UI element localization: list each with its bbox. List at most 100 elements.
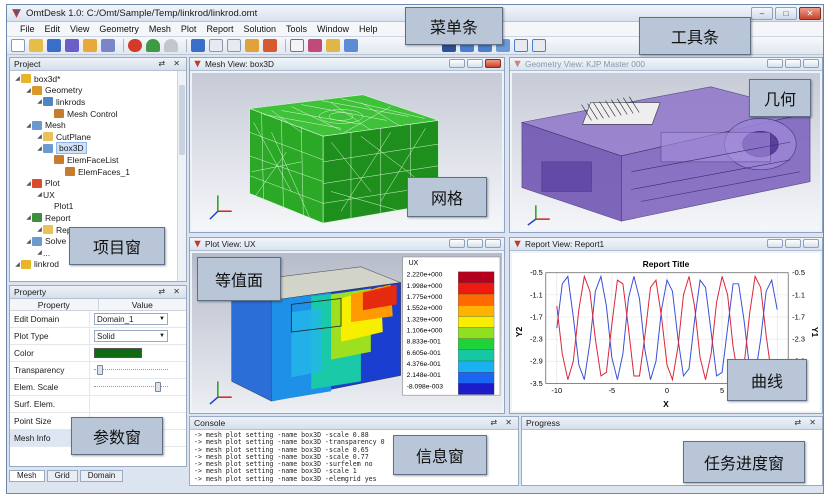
folder-icon: [43, 132, 53, 142]
menu-mesh[interactable]: Mesh: [144, 24, 176, 34]
slider-handle[interactable]: [97, 365, 104, 375]
menu-edit[interactable]: Edit: [40, 24, 66, 34]
menu-plot[interactable]: Plot: [176, 24, 202, 34]
color-swatch[interactable]: [94, 348, 142, 358]
panel-controls[interactable]: ⇄ ✕: [158, 287, 183, 296]
menu-tools[interactable]: Tools: [281, 24, 312, 34]
import-icon[interactable]: [65, 39, 79, 52]
callout-project: 项目窗: [69, 227, 165, 265]
box-icon[interactable]: [245, 39, 259, 52]
transparency-slider[interactable]: [94, 365, 168, 375]
restore-button[interactable]: [467, 239, 483, 248]
tile-icon[interactable]: [227, 39, 241, 52]
stop-icon[interactable]: [128, 39, 142, 52]
undo-icon[interactable]: [146, 39, 160, 52]
expand-toggle-icon[interactable]: ◢: [25, 180, 32, 187]
chart-ylabel: Y2: [514, 327, 524, 338]
menu-report[interactable]: Report: [201, 24, 238, 34]
report-icon: [32, 213, 42, 223]
restore-button[interactable]: [785, 239, 801, 248]
open-folder-icon[interactable]: [29, 39, 43, 52]
view-iso-icon[interactable]: [514, 39, 528, 52]
restore-button[interactable]: [467, 59, 483, 68]
expand-toggle-icon[interactable]: ◢: [14, 261, 21, 268]
tree-node[interactable]: ◢ Geometry: [10, 85, 186, 97]
solve-icon: [32, 236, 42, 246]
project-scrollbar[interactable]: [177, 71, 186, 281]
legend-color-swatch: [458, 316, 495, 328]
elem-scale-slider[interactable]: [94, 382, 168, 392]
panel-controls[interactable]: ⇄ ✕: [158, 59, 183, 68]
maximize-button[interactable]: □: [775, 7, 797, 20]
tree-node[interactable]: Mesh Control: [10, 108, 186, 120]
rotate-icon[interactable]: [308, 39, 322, 52]
export-icon[interactable]: [101, 39, 115, 52]
close-button[interactable]: [485, 239, 501, 248]
tree-node[interactable]: ◢ box3d*: [10, 73, 186, 85]
close-button[interactable]: [485, 59, 501, 68]
tree-node[interactable]: ElemFaceList: [10, 154, 186, 166]
expand-toggle-icon[interactable]: ◢: [25, 122, 32, 129]
edit-domain-select[interactable]: Domain_1 ▼: [94, 313, 168, 325]
legend-color-swatch: [458, 338, 495, 351]
tree-node[interactable]: ◢ Plot: [10, 177, 186, 189]
layers-icon[interactable]: [263, 39, 277, 52]
minimize-button[interactable]: –: [751, 7, 773, 20]
expand-toggle-icon[interactable]: ◢: [25, 238, 32, 245]
panel-controls[interactable]: ⇄ ✕: [794, 418, 819, 427]
folder-icon[interactable]: [83, 39, 97, 52]
expand-toggle-icon[interactable]: ◢: [36, 226, 43, 233]
close-button[interactable]: [803, 239, 819, 248]
save-icon[interactable]: [47, 39, 61, 52]
redo-icon[interactable]: [164, 39, 178, 52]
zoom-icon[interactable]: [344, 39, 358, 52]
expand-toggle-icon[interactable]: ◢: [36, 98, 43, 105]
minimize-button[interactable]: [449, 59, 465, 68]
window-icon[interactable]: [209, 39, 223, 52]
menu-file[interactable]: File: [15, 24, 40, 34]
tab-grid[interactable]: Grid: [46, 470, 78, 482]
select-icon[interactable]: [290, 39, 304, 52]
close-button[interactable]: ✕: [799, 7, 821, 20]
tree-node[interactable]: ◢ Mesh: [10, 119, 186, 131]
plot-type-select[interactable]: Solid ▼: [94, 330, 168, 342]
grid-icon[interactable]: [191, 39, 205, 52]
expand-toggle-icon[interactable]: ◢: [36, 191, 43, 198]
callout-toolbar: 工具条: [639, 17, 751, 55]
expand-toggle-icon[interactable]: ◢: [36, 133, 43, 140]
tree-node[interactable]: ◢ linkrods: [10, 96, 186, 108]
legend-value: 8.833e-001: [407, 339, 441, 346]
new-file-icon[interactable]: [11, 39, 25, 52]
tab-domain[interactable]: Domain: [79, 470, 124, 482]
expand-toggle-icon[interactable]: ◢: [36, 145, 43, 152]
minimize-button[interactable]: [449, 239, 465, 248]
menu-window[interactable]: Window: [312, 24, 354, 34]
pan-icon[interactable]: [326, 39, 340, 52]
tree-node[interactable]: ◢ Report: [10, 212, 186, 224]
restore-button[interactable]: [785, 59, 801, 68]
tree-node-label: box3d*: [34, 73, 61, 84]
menu-help[interactable]: Help: [354, 24, 383, 34]
expand-toggle-icon[interactable]: ◢: [36, 249, 43, 256]
expand-toggle-icon[interactable]: ◢: [25, 214, 32, 221]
slider-handle[interactable]: [155, 382, 162, 392]
minimize-button[interactable]: [767, 239, 783, 248]
tree-node[interactable]: ◢G: [10, 270, 186, 272]
menu-solution[interactable]: Solution: [238, 24, 281, 34]
expand-toggle-icon[interactable]: ◢: [25, 87, 32, 94]
minimize-button[interactable]: [767, 59, 783, 68]
tree-node[interactable]: ElemFaces_1: [10, 166, 186, 178]
expand-toggle-icon[interactable]: ◢: [14, 75, 21, 82]
part-icon: [43, 97, 53, 107]
property-row-color: Color: [10, 345, 186, 362]
close-button[interactable]: [803, 59, 819, 68]
menu-geometry[interactable]: Geometry: [94, 24, 144, 34]
panel-controls[interactable]: ⇄ ✕: [490, 418, 515, 427]
tree-node[interactable]: ◢ UX: [10, 189, 186, 201]
tree-node[interactable]: ◢ box3D: [10, 142, 186, 155]
view-top-icon[interactable]: [532, 39, 546, 52]
menu-view[interactable]: View: [65, 24, 94, 34]
tree-node[interactable]: ◢ CutPlane: [10, 131, 186, 143]
tree-node[interactable]: Plot1: [10, 201, 186, 213]
tab-mesh[interactable]: Mesh: [9, 470, 45, 482]
